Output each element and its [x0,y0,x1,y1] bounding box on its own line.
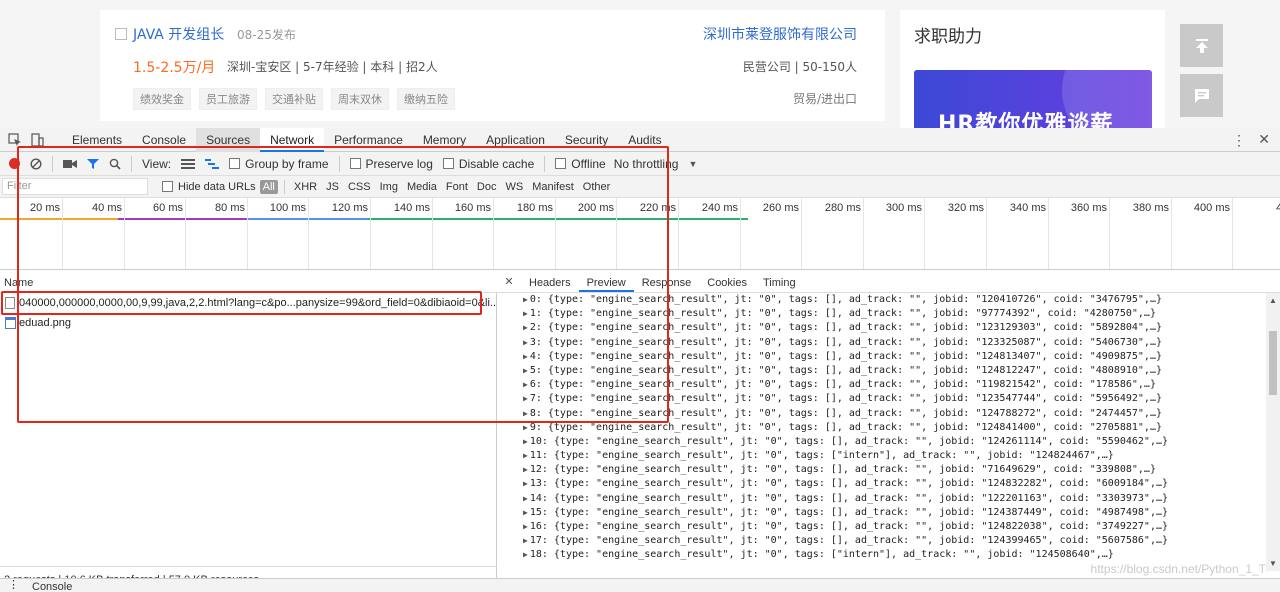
inspect-element-icon[interactable] [8,133,22,147]
job-tags: 绩效奖金 员工旅游 交通补贴 周末双休 缴纳五险 [133,88,455,110]
feedback-button[interactable] [1180,74,1223,117]
timeline-tick-label: 280 ms [824,202,861,214]
timeline-tick-label: 320 ms [947,202,984,214]
job-salary: 1.5-2.5万/月 [133,60,216,76]
message-icon [1194,88,1209,103]
job-tag: 交通补贴 [265,88,323,110]
preview-entry[interactable]: ▶ 16: {type: "engine_search_result", jt: … [523,520,1263,534]
timeline-tick-label: 340 ms [1009,202,1046,214]
job-info: 深圳-宝安区 | 5-7年经验 | 本科 | 招2人 [227,60,438,74]
preview-entry-text: 12: {type: "engine_search_result", jt: "… [529,464,1156,476]
preview-entry-text: 11: {type: "engine_search_result", jt: "… [529,450,1114,462]
expand-triangle-icon[interactable]: ▶ [523,423,528,432]
expand-triangle-icon[interactable]: ▶ [523,536,528,545]
device-toolbar-icon[interactable] [30,133,44,147]
drawer-console-tab[interactable]: Console [32,579,72,592]
scroll-down-arrow-icon[interactable]: ▼ [1269,559,1277,568]
preview-entry[interactable]: ▶ 15: {type: "engine_search_result", jt: … [523,506,1263,520]
chevron-down-icon[interactable]: ▼ [688,159,697,169]
preview-entry-text: 15: {type: "engine_search_result", jt: "… [529,506,1169,518]
back-to-top-icon [1195,38,1208,53]
devtools-panel: Elements Console Sources Network Perform… [0,128,1280,592]
expand-triangle-icon[interactable]: ▶ [523,451,528,460]
preview-entry-text: 10: {type: "engine_search_result", jt: "… [529,435,1169,447]
timeline-gridline [801,198,802,269]
job-tag: 周末双休 [331,88,389,110]
timeline-gridline [986,198,987,269]
back-to-top-button[interactable] [1180,24,1223,67]
tab-cookies[interactable]: Cookies [699,271,755,292]
expand-triangle-icon[interactable]: ▶ [523,437,528,446]
timeline-gridline [740,198,741,269]
image-file-icon [5,317,16,330]
preview-entry-text: 13: {type: "engine_search_result", jt: "… [529,478,1169,490]
more-options-icon[interactable]: ⋮ [1232,132,1246,149]
timeline-gridline [863,198,864,269]
timeline-tick-label: 42( [1276,202,1280,214]
side-panel-title: 求职助力 [914,27,982,47]
timeline-tick-label: 380 ms [1132,202,1169,214]
preview-entry[interactable]: ▶ 18: {type: "engine_search_result", jt: … [523,548,1263,562]
side-panel: 求职助力 HR教你优雅谈薪 [900,10,1165,128]
company-industry: 贸易/进出口 [792,92,857,106]
preview-entry-text: 17: {type: "engine_search_result", jt: "… [529,535,1169,547]
timeline-tick-label: 400 ms [1193,202,1230,214]
preview-entry[interactable]: ▶ 11: {type: "engine_search_result", jt: … [523,449,1263,463]
timeline-tick-label: 240 ms [701,202,738,214]
timeline-tick-label: 300 ms [885,202,922,214]
job-select-checkbox[interactable] [115,28,127,40]
job-tag: 绩效奖金 [133,88,191,110]
webpage-viewport: JAVA 开发组长 08-25发布 深圳市莱登服饰有限公司 1.5-2.5万/月… [0,0,1280,128]
expand-triangle-icon[interactable]: ▶ [523,522,528,531]
preview-entry-text: 16: {type: "engine_search_result", jt: "… [529,521,1169,532]
job-card[interactable]: JAVA 开发组长 08-25发布 深圳市莱登服饰有限公司 1.5-2.5万/月… [100,10,885,121]
expand-triangle-icon[interactable]: ▶ [523,550,528,559]
timeline-gridline [678,198,679,269]
vertical-scrollbar[interactable]: ▲ ▼ [1266,293,1280,571]
tab-timing[interactable]: Timing [755,271,804,292]
company-name[interactable]: 深圳市莱登服饰有限公司 [703,24,857,44]
expand-triangle-icon[interactable]: ▶ [523,465,528,474]
close-devtools-icon[interactable]: ✕ [1258,131,1270,148]
timeline-tick-label: 360 ms [1070,202,1107,214]
timeline-gridline [1171,198,1172,269]
request-detail-pane: ✕ Headers Preview Response Cookies Timin… [17,146,1280,592]
job-tag: 员工旅游 [199,88,257,110]
preview-entry[interactable]: ▶ 14: {type: "engine_search_result", jt: … [523,492,1263,506]
console-drawer[interactable]: ⋮ Console [0,578,1280,592]
preview-entry-text: 18: {type: "engine_search_result", jt: "… [529,549,1114,561]
timeline-gridline [924,198,925,269]
expand-triangle-icon[interactable]: ▶ [523,508,528,517]
timeline-tick-label: 260 ms [762,202,799,214]
job-title[interactable]: JAVA 开发组长 [133,24,224,44]
promo-banner[interactable]: HR教你优雅谈薪 [914,70,1152,128]
job-date: 08-25发布 [237,28,296,42]
timeline-gridline [1048,198,1049,269]
preview-entry[interactable]: ▶ 13: {type: "engine_search_result", jt: … [523,477,1263,491]
preview-entry-text: 9: {type: "engine_search_result", jt: "0… [529,421,1162,433]
scroll-up-arrow-icon[interactable]: ▲ [1269,296,1277,305]
preview-entry[interactable]: ▶ 12: {type: "engine_search_result", jt: … [523,463,1263,477]
company-info: 民营公司 | 50-150人 [742,60,857,74]
expand-triangle-icon[interactable]: ▶ [523,494,528,503]
expand-triangle-icon[interactable]: ▶ [523,479,528,488]
watermark: https://blog.csdn.net/Python_1_T [1090,562,1266,576]
scrollbar-thumb[interactable] [1269,331,1277,395]
drawer-menu-icon[interactable]: ⋮ [8,579,19,591]
promo-banner-text: HR教你优雅谈薪 [938,112,1114,128]
timeline-gridline [1232,198,1233,269]
timeline-gridline [1109,198,1110,269]
preview-entry[interactable]: ▶ 17: {type: "engine_search_result", jt: … [523,534,1263,548]
preview-entry[interactable]: ▶ 10: {type: "engine_search_result", jt: … [523,435,1263,449]
preview-entry-text: 14: {type: "engine_search_result", jt: "… [529,492,1169,504]
highlight-box-preview [17,146,669,423]
job-tag: 缴纳五险 [397,88,455,110]
